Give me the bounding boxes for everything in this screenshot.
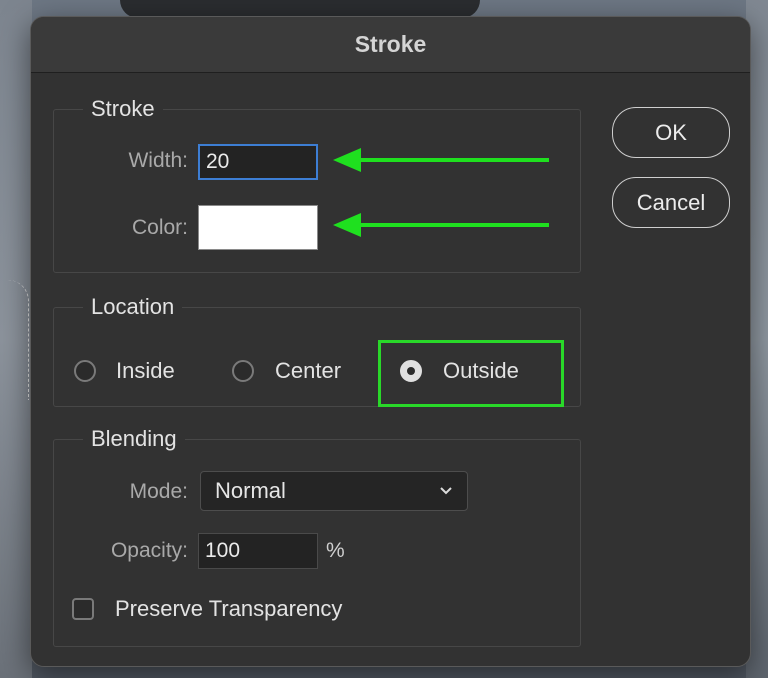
color-label: Color:	[131, 216, 188, 239]
mode-label: Mode:	[129, 480, 188, 503]
location-group-legend: Location	[83, 294, 183, 320]
mode-select-value: Normal	[215, 478, 286, 503]
chevron-down-icon	[440, 487, 452, 495]
width-input-value: 20	[206, 150, 230, 173]
annotation-arrow-color	[333, 213, 549, 237]
annotation-highlight-outside	[378, 340, 564, 407]
mode-select[interactable]: Normal	[200, 471, 468, 511]
dialog-titlebar[interactable]: Stroke	[31, 17, 750, 73]
blending-group-legend: Blending	[83, 426, 185, 452]
opacity-unit: %	[326, 539, 345, 562]
cancel-button[interactable]: Cancel	[612, 177, 730, 228]
cancel-button-label: Cancel	[636, 189, 706, 215]
opacity-label: Opacity:	[110, 539, 188, 562]
ok-button[interactable]: OK	[612, 107, 730, 158]
preserve-transparency-label[interactable]: Preserve Transparency	[115, 596, 342, 622]
preserve-transparency-checkbox[interactable]	[72, 598, 94, 620]
opacity-input-value: 100	[205, 539, 241, 562]
radio-center-label[interactable]: Center	[275, 358, 341, 384]
ok-button-label: OK	[655, 119, 687, 145]
color-swatch[interactable]	[198, 205, 318, 250]
radio-center[interactable]	[232, 360, 254, 382]
radio-inside-label[interactable]: Inside	[116, 358, 175, 384]
stroke-group-legend: Stroke	[83, 96, 163, 122]
selection-marching-ants	[8, 280, 29, 400]
width-label: Width:	[128, 149, 188, 172]
opacity-input[interactable]: 100	[198, 533, 318, 569]
radio-inside[interactable]	[74, 360, 96, 382]
annotation-arrow-width	[333, 148, 549, 172]
stroke-dialog: Stroke Stroke Width: 20 Color: Location …	[30, 16, 751, 667]
dialog-title: Stroke	[354, 31, 427, 57]
width-input[interactable]: 20	[198, 144, 318, 180]
